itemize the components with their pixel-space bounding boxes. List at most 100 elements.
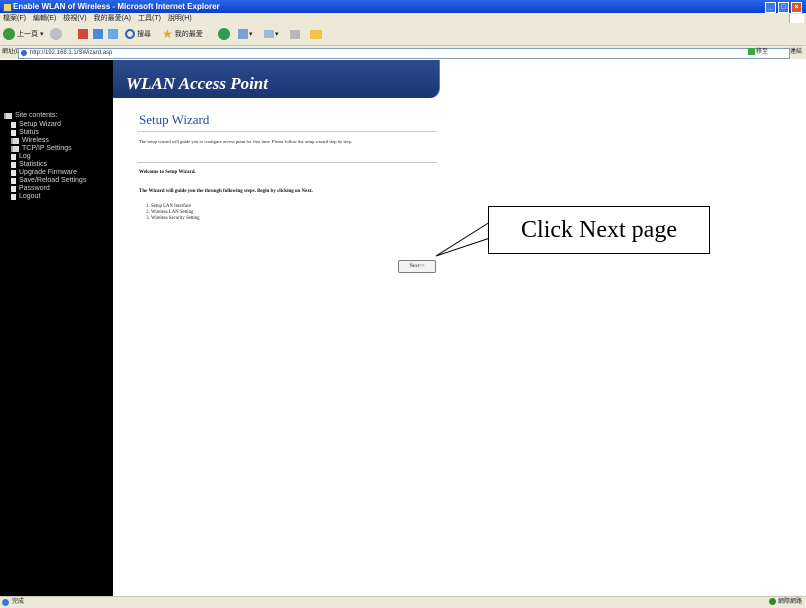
zone-label: 網際網路 bbox=[777, 599, 802, 605]
sidebar-item-tcpip[interactable]: TCP/IP Settings bbox=[4, 145, 86, 153]
minimize-button[interactable]: _ bbox=[765, 2, 776, 13]
sidebar-item-save-reload[interactable]: Save/Reload Settings bbox=[4, 177, 86, 185]
forward-arrow-icon bbox=[50, 28, 62, 40]
search-icon bbox=[125, 29, 135, 39]
sidebar-root[interactable]: Site contents: bbox=[4, 112, 86, 120]
next-button[interactable]: Next>> bbox=[398, 260, 436, 273]
refresh-icon bbox=[93, 29, 103, 39]
sidebar-item-status[interactable]: Status bbox=[4, 129, 86, 137]
document-icon bbox=[11, 162, 16, 168]
menu-tools[interactable]: 工具(T) bbox=[138, 13, 161, 24]
sidebar-item-logout[interactable]: Logout bbox=[4, 193, 86, 201]
sidebar-item-label: TCP/IP Settings bbox=[22, 145, 72, 152]
back-arrow-icon bbox=[3, 28, 15, 40]
window-title: Enable WLAN of Wireless - Microsoft Inte… bbox=[13, 2, 220, 11]
home-button[interactable] bbox=[108, 27, 118, 41]
search-button[interactable]: 搜尋 bbox=[125, 27, 151, 41]
chevron-down-icon: ▾ bbox=[40, 31, 44, 38]
sidebar-item-log[interactable]: Log bbox=[4, 153, 86, 161]
sidebar-item-label: Save/Reload Settings bbox=[19, 177, 87, 184]
menu-favorites[interactable]: 我的最愛(A) bbox=[94, 13, 131, 24]
sidebar-item-label: Password bbox=[19, 185, 50, 192]
divider bbox=[137, 162, 437, 163]
internet-zone-icon bbox=[768, 597, 776, 605]
main-content: Setup Wizard The setup wizard will guide… bbox=[113, 98, 439, 596]
close-button[interactable]: × bbox=[791, 2, 802, 13]
sidebar-item-statistics[interactable]: Statistics bbox=[4, 161, 86, 169]
mail-icon bbox=[264, 30, 274, 38]
media-icon bbox=[218, 28, 230, 40]
chevron-down-icon: ▾ bbox=[249, 31, 253, 38]
page-title: Setup Wizard bbox=[139, 112, 210, 127]
security-zone: 網際網路 bbox=[768, 597, 802, 608]
page-icon bbox=[21, 50, 27, 56]
home-icon bbox=[108, 29, 118, 39]
sidebar-item-label: Status bbox=[19, 129, 39, 136]
document-icon bbox=[11, 178, 16, 184]
banner-title: WLAN Access Point bbox=[126, 74, 268, 93]
guide-text: The Wizard will guide you the through fo… bbox=[139, 189, 313, 194]
folder-icon bbox=[310, 29, 322, 39]
book-icon bbox=[11, 138, 19, 144]
menu-edit[interactable]: 編輯(E) bbox=[33, 13, 56, 24]
sidebar-item-setup-wizard[interactable]: Setup Wizard bbox=[4, 121, 86, 129]
sidebar-item-upgrade-firmware[interactable]: Upgrade Firmware bbox=[4, 169, 86, 177]
window-title-bar: Enable WLAN of Wireless - Microsoft Inte… bbox=[0, 0, 806, 13]
address-url: http://192.168.1.1/SWizard.asp bbox=[30, 50, 113, 56]
mail-button[interactable]: ▾ bbox=[264, 27, 279, 41]
go-label: 移至 bbox=[755, 49, 768, 55]
sidebar: Site contents: Setup Wizard Status Wirel… bbox=[0, 60, 113, 596]
sidebar-item-password[interactable]: Password bbox=[4, 185, 86, 193]
print-icon bbox=[290, 29, 300, 39]
menu-bar: 檔案(F) 編輯(E) 檢視(V) 我的最愛(A) 工具(T) 說明(H) bbox=[0, 13, 806, 24]
favorites-label: 我的最愛 bbox=[174, 31, 203, 38]
menu-help[interactable]: 說明(H) bbox=[168, 13, 192, 24]
star-icon: ★ bbox=[162, 27, 173, 41]
history-button[interactable]: ▾ bbox=[238, 27, 253, 41]
folder-button[interactable] bbox=[310, 27, 322, 41]
document-icon bbox=[11, 186, 16, 192]
favorites-button[interactable]: ★ 我的最愛 bbox=[162, 27, 203, 41]
header-banner: WLAN Access Point bbox=[113, 60, 440, 98]
sidebar-item-wireless[interactable]: Wireless bbox=[4, 137, 86, 145]
document-icon bbox=[11, 170, 16, 176]
annotation-callout: Click Next page bbox=[488, 206, 710, 254]
book-icon bbox=[4, 113, 12, 119]
sidebar-item-label: Setup Wizard bbox=[19, 121, 62, 128]
sidebar-item-label: Statistics bbox=[19, 161, 48, 168]
search-label: 搜尋 bbox=[137, 31, 151, 38]
welcome-text: Welcome to Setup Wizard. bbox=[139, 170, 196, 175]
page-done-icon bbox=[2, 599, 9, 606]
sidebar-item-label: Log bbox=[19, 153, 31, 160]
browser-toolbar: 上一頁 ▾ 搜尋 ★ 我的最愛 ▾ ▾ bbox=[0, 24, 806, 46]
steps-list: Setup LAN Interface Wireless LAN Setting… bbox=[141, 204, 200, 222]
sidebar-root-label: Site contents: bbox=[15, 112, 58, 119]
chevron-down-icon: ▾ bbox=[275, 31, 279, 38]
document-icon bbox=[11, 194, 16, 200]
media-button[interactable] bbox=[218, 27, 230, 41]
stop-button[interactable] bbox=[78, 27, 88, 41]
list-item: Wireless Security Setting bbox=[151, 216, 200, 222]
maximize-button[interactable]: □ bbox=[778, 2, 789, 13]
go-button[interactable]: 移至 bbox=[747, 46, 768, 59]
ie-app-icon bbox=[3, 3, 12, 12]
divider bbox=[137, 131, 437, 132]
back-button[interactable]: 上一頁 ▾ bbox=[3, 27, 44, 41]
intro-text: The setup wizard will guide you to confi… bbox=[139, 139, 353, 144]
menu-view[interactable]: 檢視(V) bbox=[63, 13, 86, 24]
print-button[interactable] bbox=[290, 27, 300, 41]
status-text: 完成 bbox=[12, 599, 25, 605]
links-button[interactable]: 連結 bbox=[790, 46, 802, 59]
address-input[interactable]: http://192.168.1.1/SWizard.asp bbox=[18, 48, 790, 59]
document-icon bbox=[11, 154, 16, 160]
forward-button[interactable] bbox=[50, 27, 62, 41]
menu-file[interactable]: 檔案(F) bbox=[3, 13, 26, 24]
document-icon bbox=[11, 122, 16, 128]
sidebar-item-label: Upgrade Firmware bbox=[19, 169, 77, 176]
refresh-button[interactable] bbox=[93, 27, 103, 41]
sidebar-item-label: Wireless bbox=[22, 137, 49, 144]
windows-logo-icon bbox=[789, 14, 804, 23]
book-icon bbox=[11, 146, 19, 152]
go-arrow-icon bbox=[747, 47, 755, 55]
window-controls: _ □ × bbox=[765, 2, 802, 13]
